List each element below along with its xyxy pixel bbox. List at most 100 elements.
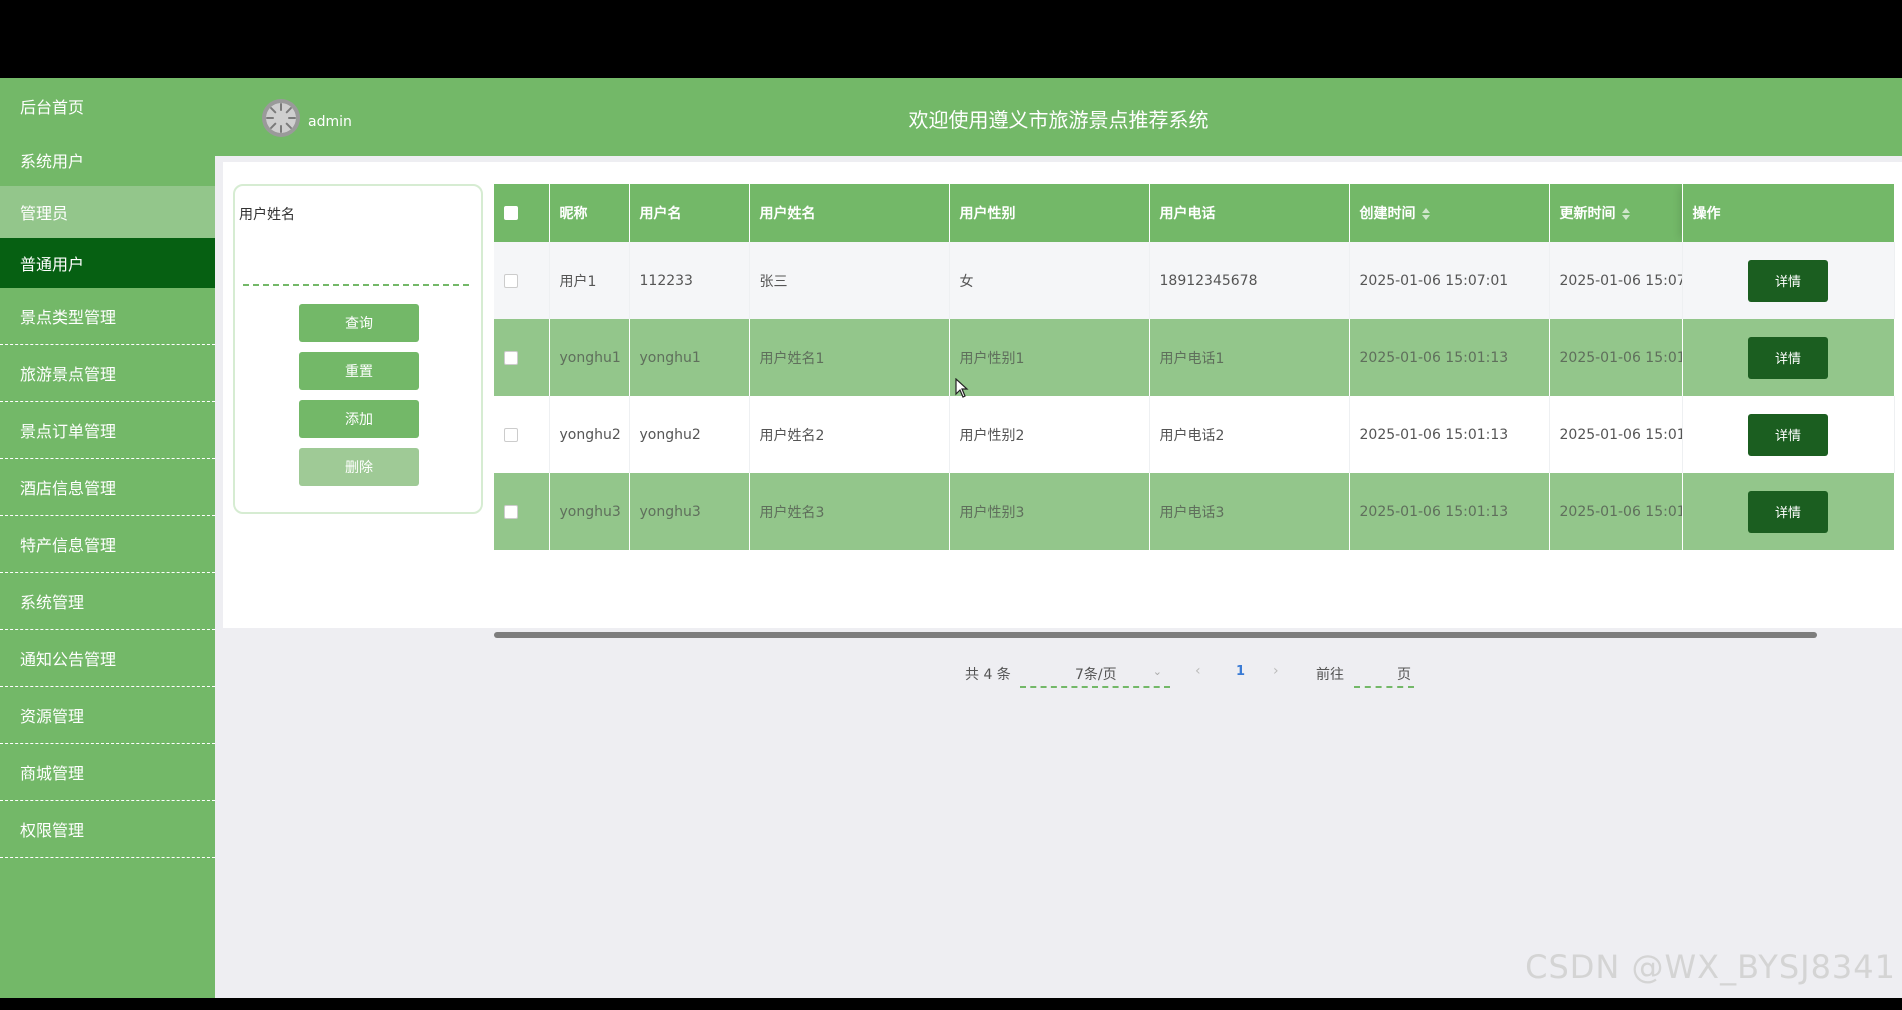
cell-updated: 2025-01-06 15:01:1 xyxy=(1549,396,1683,473)
cell-name: 用户姓名3 xyxy=(749,473,950,550)
sidebar-item-label: 商城管理 xyxy=(20,764,85,783)
sidebar-item-permissions[interactable]: 权限管理 xyxy=(0,801,215,858)
cell-nickname: 用户1 xyxy=(549,242,630,319)
cell-actions: 详情 xyxy=(1682,242,1895,319)
cell-created: 2025-01-06 15:01:13 xyxy=(1349,473,1550,550)
sort-caret-icon[interactable] xyxy=(1421,208,1430,220)
horizontal-scrollbar[interactable] xyxy=(494,632,1902,640)
column-header-actions: 操作 xyxy=(1682,184,1895,242)
sidebar-item-mall[interactable]: 商城管理 xyxy=(0,744,215,801)
row-select-cell xyxy=(494,242,550,319)
scrollbar-thumb[interactable] xyxy=(494,632,1817,638)
cell-name: 用户姓名1 xyxy=(749,319,950,396)
sort-caret-icon[interactable] xyxy=(1621,208,1630,220)
cell-nickname: yonghu2 xyxy=(549,396,630,473)
table-row: 用户1 112233 张三 女 18912345678 2025-01-06 1… xyxy=(494,242,1895,319)
sidebar-item-label: 系统用户 xyxy=(20,152,85,171)
select-all-cell xyxy=(494,184,550,242)
sidebar-item-label: 旅游景点管理 xyxy=(20,365,117,384)
chevron-left-icon[interactable]: ‹ xyxy=(1195,663,1201,679)
top-header: admin 欢迎使用遵义市旅游景点推荐系统 xyxy=(215,78,1902,156)
sidebar-item-attraction-types[interactable]: 景点类型管理 xyxy=(0,288,215,345)
row-select-cell xyxy=(494,396,550,473)
row-checkbox[interactable] xyxy=(504,504,518,519)
page-suffix: 页 xyxy=(1397,667,1411,683)
column-header-updated[interactable]: 更新时间 xyxy=(1549,184,1683,242)
sidebar-item-specialties[interactable]: 特产信息管理 xyxy=(0,516,215,573)
detail-button[interactable]: 详情 xyxy=(1748,336,1828,379)
table-row: yonghu1 yonghu1 用户姓名1 用户性别1 用户电话1 2025-0… xyxy=(494,319,1895,396)
cell-created: 2025-01-06 15:07:01 xyxy=(1349,242,1550,319)
sidebar-item-label: 景点类型管理 xyxy=(20,308,117,327)
table-row: yonghu2 yonghu2 用户姓名2 用户性别2 用户电话2 2025-0… xyxy=(494,396,1895,473)
search-input[interactable] xyxy=(243,256,469,286)
sidebar-item-attractions[interactable]: 旅游景点管理 xyxy=(0,345,215,402)
query-button[interactable]: 查询 xyxy=(299,304,419,342)
sidebar-item-system-management[interactable]: 系统管理 xyxy=(0,573,215,630)
reset-button[interactable]: 重置 xyxy=(299,352,419,390)
add-button[interactable]: 添加 xyxy=(299,400,419,438)
column-header-created[interactable]: 创建时间 xyxy=(1349,184,1550,242)
cell-gender: 女 xyxy=(949,242,1150,319)
cell-name: 张三 xyxy=(749,242,950,319)
chevron-down-icon: ⌄ xyxy=(1152,665,1162,678)
cell-nickname: yonghu1 xyxy=(549,319,630,396)
cell-phone: 用户电话3 xyxy=(1149,473,1350,550)
cell-name: 用户姓名2 xyxy=(749,396,950,473)
cell-updated: 2025-01-06 15:07:0 xyxy=(1549,242,1683,319)
detail-button[interactable]: 详情 xyxy=(1748,490,1828,533)
cell-gender: 用户性别3 xyxy=(949,473,1150,550)
sidebar-item-label: 景点订单管理 xyxy=(20,422,117,441)
sidebar-item-regular-users[interactable]: 普通用户 xyxy=(0,238,215,288)
sidebar-item-label: 后台首页 xyxy=(20,98,85,117)
sidebar-item-label: 资源管理 xyxy=(20,707,85,726)
sidebar-item-admins[interactable]: 管理员 xyxy=(0,186,215,238)
delete-button[interactable]: 删除 xyxy=(299,448,419,486)
cell-phone: 18912345678 xyxy=(1149,242,1350,319)
row-select-cell xyxy=(494,319,550,396)
sidebar-item-label: 系统管理 xyxy=(20,593,85,612)
row-checkbox[interactable] xyxy=(504,350,518,365)
page-size-select[interactable]: 7条/页 ⌄ xyxy=(1020,660,1170,688)
cell-phone: 用户电话2 xyxy=(1149,396,1350,473)
column-header-phone: 用户电话 xyxy=(1149,184,1350,242)
total-count: 共 4 条 xyxy=(965,667,1011,683)
chevron-right-icon[interactable]: › xyxy=(1273,663,1279,679)
cell-updated: 2025-01-06 15:01:1 xyxy=(1549,473,1683,550)
cell-actions: 详情 xyxy=(1682,319,1895,396)
cell-phone: 用户电话1 xyxy=(1149,319,1350,396)
row-checkbox[interactable] xyxy=(504,273,518,288)
sidebar-item-hotels[interactable]: 酒店信息管理 xyxy=(0,459,215,516)
sidebar-item-label: 管理员 xyxy=(20,204,69,223)
detail-button[interactable]: 详情 xyxy=(1748,413,1828,456)
search-label: 用户姓名 xyxy=(239,207,295,223)
cell-username: yonghu2 xyxy=(629,396,750,473)
page-size-value: 7条/页 xyxy=(1075,667,1117,683)
goto-label: 前往 xyxy=(1316,667,1344,683)
sidebar-item-attraction-orders[interactable]: 景点订单管理 xyxy=(0,402,215,459)
cell-username: yonghu1 xyxy=(629,319,750,396)
detail-button[interactable]: 详情 xyxy=(1748,259,1828,302)
watermark: CSDN @WX_BYSJ8341 xyxy=(1525,948,1896,986)
cell-username: yonghu3 xyxy=(629,473,750,550)
page-number-current[interactable]: 1 xyxy=(1236,664,1245,679)
row-checkbox[interactable] xyxy=(504,427,518,442)
cell-updated: 2025-01-06 15:01:1 xyxy=(1549,319,1683,396)
cell-gender: 用户性别2 xyxy=(949,396,1150,473)
user-table: 昵称 用户名 用户姓名 用户性别 用户电话 创建时间 更新时间 操作 用户1 1… xyxy=(494,184,1902,554)
sidebar-item-home[interactable]: 后台首页 xyxy=(0,78,215,134)
page-title: 欢迎使用遵义市旅游景点推荐系统 xyxy=(908,108,1209,132)
sidebar-item-label: 通知公告管理 xyxy=(20,650,117,669)
sidebar-item-notices[interactable]: 通知公告管理 xyxy=(0,630,215,687)
column-header-name: 用户姓名 xyxy=(749,184,950,242)
cell-username: 112233 xyxy=(629,242,750,319)
main-content: 用户姓名 查询 重置 添加 删除 昵称 用户名 用户姓名 用户性别 用户电话 创… xyxy=(223,162,1902,688)
column-header-nickname: 昵称 xyxy=(549,184,630,242)
cell-nickname: yonghu3 xyxy=(549,473,630,550)
search-panel: 用户姓名 查询 重置 添加 删除 xyxy=(233,184,483,514)
sidebar-item-system-users[interactable]: 系统用户 xyxy=(0,134,215,186)
sidebar-item-resources[interactable]: 资源管理 xyxy=(0,687,215,744)
select-all-checkbox[interactable] xyxy=(504,206,518,220)
sidebar-item-label: 权限管理 xyxy=(20,821,85,840)
sidebar: 后台首页 系统用户 管理员 普通用户 景点类型管理 旅游景点管理 景点订单管理 … xyxy=(0,78,215,998)
